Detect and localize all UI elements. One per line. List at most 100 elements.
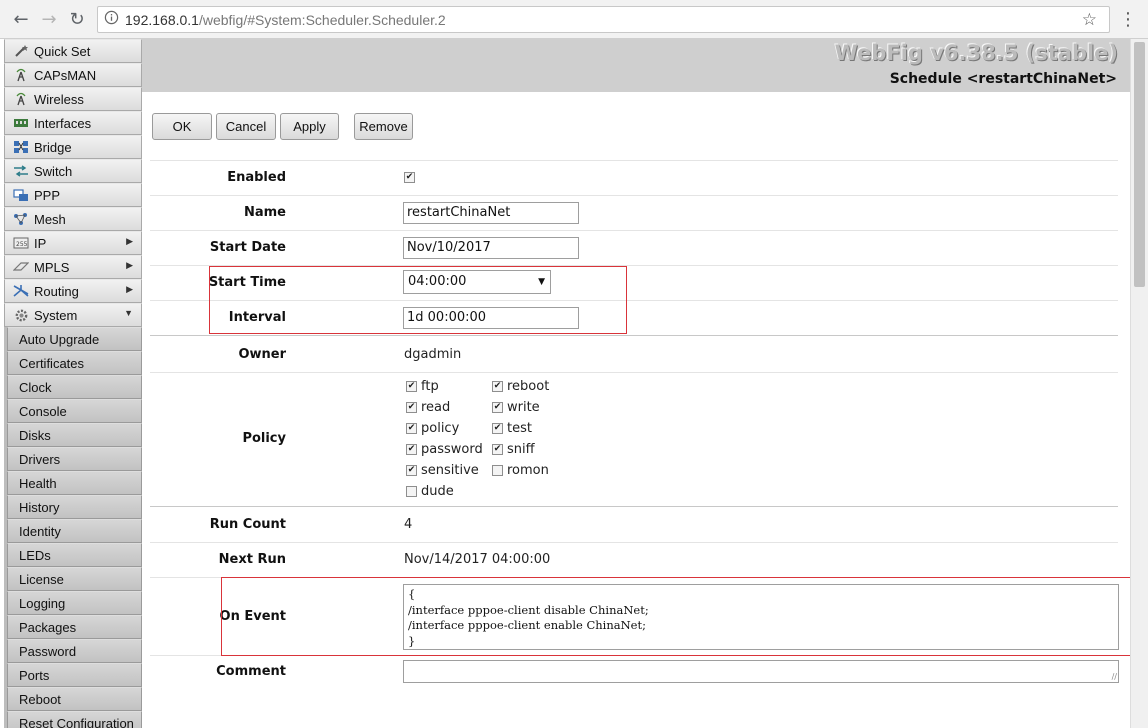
sidebar-item-label: PPP bbox=[34, 187, 61, 203]
chevron-right-icon: ▶ bbox=[126, 284, 133, 294]
browser-toolbar: ← → ↻ 192.168.0.1/webfig/#System:Schedul… bbox=[0, 0, 1148, 39]
url-host: 192.168.0.1 bbox=[125, 11, 199, 28]
policy-write-checkbox[interactable]: ✔ bbox=[492, 402, 503, 413]
sidebar-subitem-drivers[interactable]: Drivers bbox=[7, 447, 142, 471]
sidebar-subitem-identity[interactable]: Identity bbox=[7, 519, 142, 543]
sidebar-subitem-health[interactable]: Health bbox=[7, 471, 142, 495]
sidebar-item-label: MPLS bbox=[34, 259, 70, 275]
sidebar-subitem-clock[interactable]: Clock bbox=[7, 375, 142, 399]
page-title: Schedule <restartChinaNet> bbox=[889, 71, 1117, 87]
sidebar-item-mpls[interactable]: MPLS ▶ bbox=[4, 255, 142, 279]
sidebar: Quick Set CAPsMAN Wireless Interfaces Br… bbox=[4, 39, 142, 728]
url-path: /webfig/#System:Scheduler.Scheduler.2 bbox=[198, 11, 446, 28]
ok-button[interactable]: OK bbox=[152, 113, 212, 140]
policy-policy-label: policy bbox=[421, 421, 460, 436]
apply-button[interactable]: Apply bbox=[280, 113, 339, 140]
scrollbar-thumb[interactable] bbox=[1134, 42, 1145, 287]
comment-textarea[interactable]: ∕∕ bbox=[403, 660, 1119, 683]
policy-label: Policy bbox=[242, 431, 286, 446]
product-title: WebFig v6.38.5 (stable) bbox=[834, 41, 1118, 65]
resize-grip-icon[interactable]: ∕∕ bbox=[1112, 673, 1117, 681]
forward-icon[interactable]: → bbox=[38, 8, 60, 30]
owner-value: dgadmin bbox=[404, 347, 462, 362]
sidebar-subitem-packages[interactable]: Packages bbox=[7, 615, 142, 639]
policy-sniff-checkbox[interactable]: ✔ bbox=[492, 444, 503, 455]
sidebar-item-capsman[interactable]: CAPsMAN bbox=[4, 63, 142, 87]
sidebar-subitem-auto-upgrade[interactable]: Auto Upgrade bbox=[7, 327, 142, 351]
highlight-box bbox=[209, 266, 627, 334]
antenna-icon bbox=[13, 68, 29, 82]
policy-read-label: read bbox=[421, 400, 451, 415]
sidebar-subitem-disks[interactable]: Disks bbox=[7, 423, 142, 447]
sidebar-item-routing[interactable]: Routing ▶ bbox=[4, 279, 142, 303]
bookmark-star-icon[interactable]: ☆ bbox=[1082, 10, 1097, 30]
sidebar-item-ip[interactable]: 255 IP ▶ bbox=[4, 231, 142, 255]
sidebar-subitem-ports[interactable]: Ports bbox=[7, 663, 142, 687]
divider bbox=[150, 195, 1118, 196]
sidebar-subitem-leds[interactable]: LEDs bbox=[7, 543, 142, 567]
antenna-icon bbox=[13, 92, 29, 106]
sidebar-item-bridge[interactable]: Bridge bbox=[4, 135, 142, 159]
divider bbox=[150, 230, 1118, 231]
page-scrollbar[interactable] bbox=[1130, 39, 1148, 728]
cancel-button[interactable]: Cancel bbox=[216, 113, 276, 140]
policy-reboot-label: reboot bbox=[507, 379, 550, 394]
remove-button[interactable]: Remove bbox=[354, 113, 413, 140]
routing-icon bbox=[13, 284, 29, 298]
browser-menu-icon[interactable]: ⋮ bbox=[1118, 8, 1138, 30]
chevron-right-icon: ▶ bbox=[126, 236, 133, 246]
comment-label: Comment bbox=[216, 664, 286, 679]
sidebar-subitem-history[interactable]: History bbox=[7, 495, 142, 519]
sidebar-item-ppp[interactable]: PPP bbox=[4, 183, 142, 207]
sidebar-subitem-console[interactable]: Console bbox=[7, 399, 142, 423]
start-date-input[interactable]: Nov/10/2017 bbox=[403, 237, 579, 259]
sidebar-item-label: Routing bbox=[34, 283, 79, 299]
policy-sensitive-checkbox[interactable]: ✔ bbox=[406, 465, 417, 476]
policy-reboot-checkbox[interactable]: ✔ bbox=[492, 381, 503, 392]
reload-icon[interactable]: ↻ bbox=[66, 8, 88, 30]
sidebar-subitem-password[interactable]: Password bbox=[7, 639, 142, 663]
sidebar-item-label: System bbox=[34, 307, 78, 323]
policy-policy-checkbox[interactable]: ✔ bbox=[406, 423, 417, 434]
policy-romon-label: romon bbox=[507, 463, 549, 478]
sidebar-item-label: CAPsMAN bbox=[34, 67, 97, 83]
sidebar-item-wireless[interactable]: Wireless bbox=[4, 87, 142, 111]
policy-test-checkbox[interactable]: ✔ bbox=[492, 423, 503, 434]
next-run-value: Nov/14/2017 04:00:00 bbox=[404, 552, 551, 567]
policy-dude-checkbox[interactable] bbox=[406, 486, 417, 497]
policy-test-label: test bbox=[507, 421, 532, 436]
policy-password-label: password bbox=[421, 442, 483, 457]
mesh-icon bbox=[13, 212, 29, 226]
info-icon[interactable] bbox=[104, 10, 119, 29]
enabled-checkbox[interactable]: ✔ bbox=[404, 172, 415, 183]
divider bbox=[150, 335, 1118, 336]
interfaces-icon bbox=[13, 116, 29, 130]
policy-ftp-checkbox[interactable]: ✔ bbox=[406, 381, 417, 392]
sidebar-item-quick-set[interactable]: Quick Set bbox=[4, 39, 142, 63]
sidebar-item-system[interactable]: System ▼ bbox=[4, 303, 142, 327]
url-text: 192.168.0.1/webfig/#System:Scheduler.Sch… bbox=[125, 12, 446, 28]
name-input[interactable]: restartChinaNet bbox=[403, 202, 579, 224]
sidebar-item-mesh[interactable]: Mesh bbox=[4, 207, 142, 231]
next-run-label: Next Run bbox=[218, 552, 286, 567]
policy-password-checkbox[interactable]: ✔ bbox=[406, 444, 417, 455]
address-bar[interactable]: 192.168.0.1/webfig/#System:Scheduler.Sch… bbox=[97, 6, 1110, 33]
highlight-box bbox=[221, 577, 1135, 656]
sidebar-subitem-reboot[interactable]: Reboot bbox=[7, 687, 142, 711]
sidebar-item-label: Quick Set bbox=[34, 43, 91, 59]
sidebar-subitem-logging[interactable]: Logging bbox=[7, 591, 142, 615]
sidebar-item-switch[interactable]: Switch bbox=[4, 159, 142, 183]
back-icon[interactable]: ← bbox=[10, 8, 32, 30]
policy-read-checkbox[interactable]: ✔ bbox=[406, 402, 417, 413]
enabled-label: Enabled bbox=[227, 170, 286, 185]
sidebar-item-label: Switch bbox=[34, 163, 73, 179]
switch-icon bbox=[13, 164, 29, 178]
sidebar-item-interfaces[interactable]: Interfaces bbox=[4, 111, 142, 135]
chevron-right-icon: ▶ bbox=[126, 260, 133, 270]
policy-write-label: write bbox=[507, 400, 540, 415]
divider bbox=[150, 542, 1118, 543]
policy-romon-checkbox[interactable] bbox=[492, 465, 503, 476]
sidebar-subitem-certificates[interactable]: Certificates bbox=[7, 351, 142, 375]
sidebar-subitem-reset-configuration[interactable]: Reset Configuration bbox=[7, 711, 142, 728]
sidebar-subitem-license[interactable]: License bbox=[7, 567, 142, 591]
